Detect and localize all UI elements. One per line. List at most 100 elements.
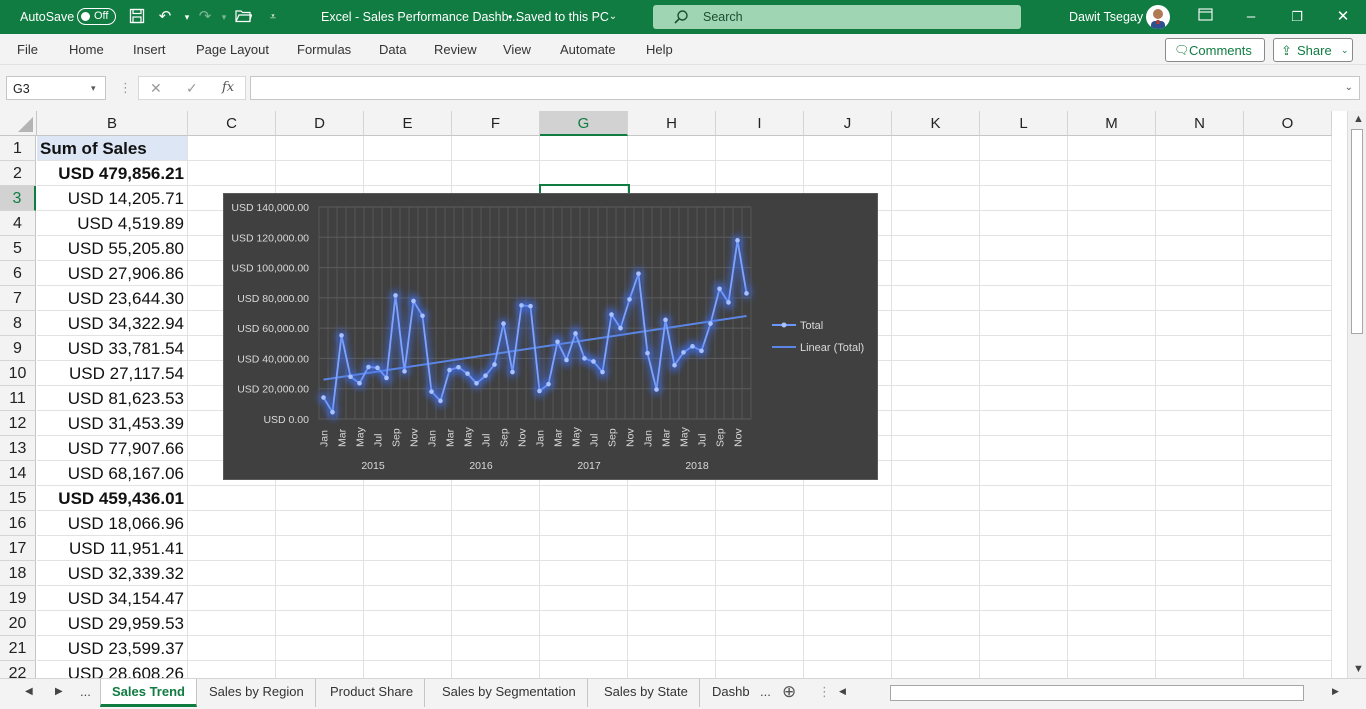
- grid-cell[interactable]: [188, 611, 276, 636]
- grid-cell[interactable]: [892, 211, 980, 236]
- grid-cell[interactable]: [188, 661, 276, 678]
- row-header[interactable]: 17: [0, 536, 36, 561]
- grid-cell[interactable]: [892, 261, 980, 286]
- grid-cell[interactable]: [980, 211, 1068, 236]
- grid-cell[interactable]: [1156, 311, 1244, 336]
- grid-cell[interactable]: [1244, 436, 1332, 461]
- grid-cell[interactable]: [804, 586, 892, 611]
- tab-automate[interactable]: Automate: [560, 42, 616, 57]
- grid-cell[interactable]: [804, 136, 892, 161]
- grid-cell[interactable]: [980, 536, 1068, 561]
- grid-cell[interactable]: [716, 636, 804, 661]
- grid-cell[interactable]: [276, 511, 364, 536]
- grid-cell[interactable]: [716, 611, 804, 636]
- grid-cell[interactable]: [540, 586, 628, 611]
- grid-cell[interactable]: [540, 661, 628, 678]
- grid-cell[interactable]: [628, 161, 716, 186]
- grid-cell[interactable]: [364, 661, 452, 678]
- cell-b[interactable]: USD 81,623.53: [37, 386, 188, 411]
- grid-cell[interactable]: [1244, 261, 1332, 286]
- grid-cell[interactable]: [1244, 411, 1332, 436]
- grid-cell[interactable]: [1068, 186, 1156, 211]
- tab-view[interactable]: View: [503, 42, 531, 57]
- grid-cell[interactable]: [980, 461, 1068, 486]
- grid-cell[interactable]: [1156, 411, 1244, 436]
- row-header[interactable]: 14: [0, 461, 36, 486]
- grid-cell[interactable]: [276, 586, 364, 611]
- name-box[interactable]: G3 ▾: [6, 76, 106, 100]
- cell-b[interactable]: USD 14,205.71: [37, 186, 188, 211]
- grid-cell[interactable]: [628, 586, 716, 611]
- grid-cell[interactable]: [276, 661, 364, 678]
- grid-cell[interactable]: [892, 411, 980, 436]
- grid-cell[interactable]: [1156, 636, 1244, 661]
- row-header[interactable]: 19: [0, 586, 36, 611]
- grid-cell[interactable]: [628, 611, 716, 636]
- grid-cell[interactable]: [1068, 286, 1156, 311]
- grid-cell[interactable]: [1244, 336, 1332, 361]
- grid-cell[interactable]: [540, 636, 628, 661]
- grid-cell[interactable]: [1156, 486, 1244, 511]
- grid-cell[interactable]: [276, 486, 364, 511]
- cell-b[interactable]: USD 28,608.26: [37, 661, 188, 678]
- scroll-thumb[interactable]: [1351, 129, 1363, 334]
- grid-cell[interactable]: [1244, 536, 1332, 561]
- close-icon[interactable]: ✕: [1334, 8, 1352, 26]
- grid-cell[interactable]: [980, 436, 1068, 461]
- grid-cell[interactable]: [980, 611, 1068, 636]
- grid-cell[interactable]: [1068, 636, 1156, 661]
- sheet-tab-product-share[interactable]: Product Share: [319, 679, 426, 707]
- cell-b[interactable]: USD 31,453.39: [37, 411, 188, 436]
- chevron-down-icon[interactable]: ⌄: [604, 8, 622, 26]
- grid-cell[interactable]: [804, 536, 892, 561]
- grid-cell[interactable]: [980, 261, 1068, 286]
- save-icon[interactable]: [128, 8, 146, 26]
- row-header[interactable]: 12: [0, 411, 36, 436]
- scroll-down-icon[interactable]: ▼: [1353, 663, 1364, 675]
- grid-cell[interactable]: [452, 486, 540, 511]
- grid-cell[interactable]: [452, 636, 540, 661]
- row-header[interactable]: 8: [0, 311, 36, 336]
- grid-cell[interactable]: [1068, 561, 1156, 586]
- redo-icon[interactable]: ↷: [196, 8, 214, 26]
- grid-cell[interactable]: [892, 586, 980, 611]
- cancel-icon[interactable]: ✕: [150, 80, 162, 97]
- grid-cell[interactable]: [276, 636, 364, 661]
- grid-cell[interactable]: [276, 536, 364, 561]
- grid-cell[interactable]: [1244, 311, 1332, 336]
- grid-cell[interactable]: [980, 486, 1068, 511]
- column-header[interactable]: G: [540, 111, 628, 136]
- grid-cell[interactable]: [452, 511, 540, 536]
- tab-data[interactable]: Data: [379, 42, 406, 57]
- grid-cell[interactable]: [1068, 511, 1156, 536]
- grid-cell[interactable]: [892, 136, 980, 161]
- row-header[interactable]: 13: [0, 436, 36, 461]
- column-header[interactable]: D: [276, 111, 364, 136]
- grid-cell[interactable]: [1156, 261, 1244, 286]
- grid-cell[interactable]: [276, 611, 364, 636]
- grid-cell[interactable]: [1156, 386, 1244, 411]
- grid-cell[interactable]: [1156, 661, 1244, 678]
- grid-cell[interactable]: [628, 511, 716, 536]
- row-header[interactable]: 22: [0, 661, 36, 678]
- grid-cell[interactable]: [364, 636, 452, 661]
- grid-cell[interactable]: [628, 486, 716, 511]
- row-header[interactable]: 20: [0, 611, 36, 636]
- grid-cell[interactable]: [892, 661, 980, 678]
- grid-cell[interactable]: [540, 136, 628, 161]
- grid-cell[interactable]: [1156, 436, 1244, 461]
- grid-cell[interactable]: [892, 461, 980, 486]
- grid-cell[interactable]: [364, 136, 452, 161]
- column-header[interactable]: H: [628, 111, 716, 136]
- column-header[interactable]: N: [1156, 111, 1244, 136]
- ribbon-display-icon[interactable]: [1196, 8, 1214, 26]
- undo-dropdown-icon[interactable]: ▾: [178, 8, 196, 26]
- row-header[interactable]: 9: [0, 336, 36, 361]
- grid-cell[interactable]: [1244, 661, 1332, 678]
- grid-cell[interactable]: [628, 561, 716, 586]
- cell-b[interactable]: USD 29,959.53: [37, 611, 188, 636]
- comments-button[interactable]: 🗨 Comments: [1165, 38, 1265, 62]
- cell-b[interactable]: USD 27,117.54: [37, 361, 188, 386]
- grid-cell[interactable]: [452, 586, 540, 611]
- grid-cell[interactable]: [1244, 611, 1332, 636]
